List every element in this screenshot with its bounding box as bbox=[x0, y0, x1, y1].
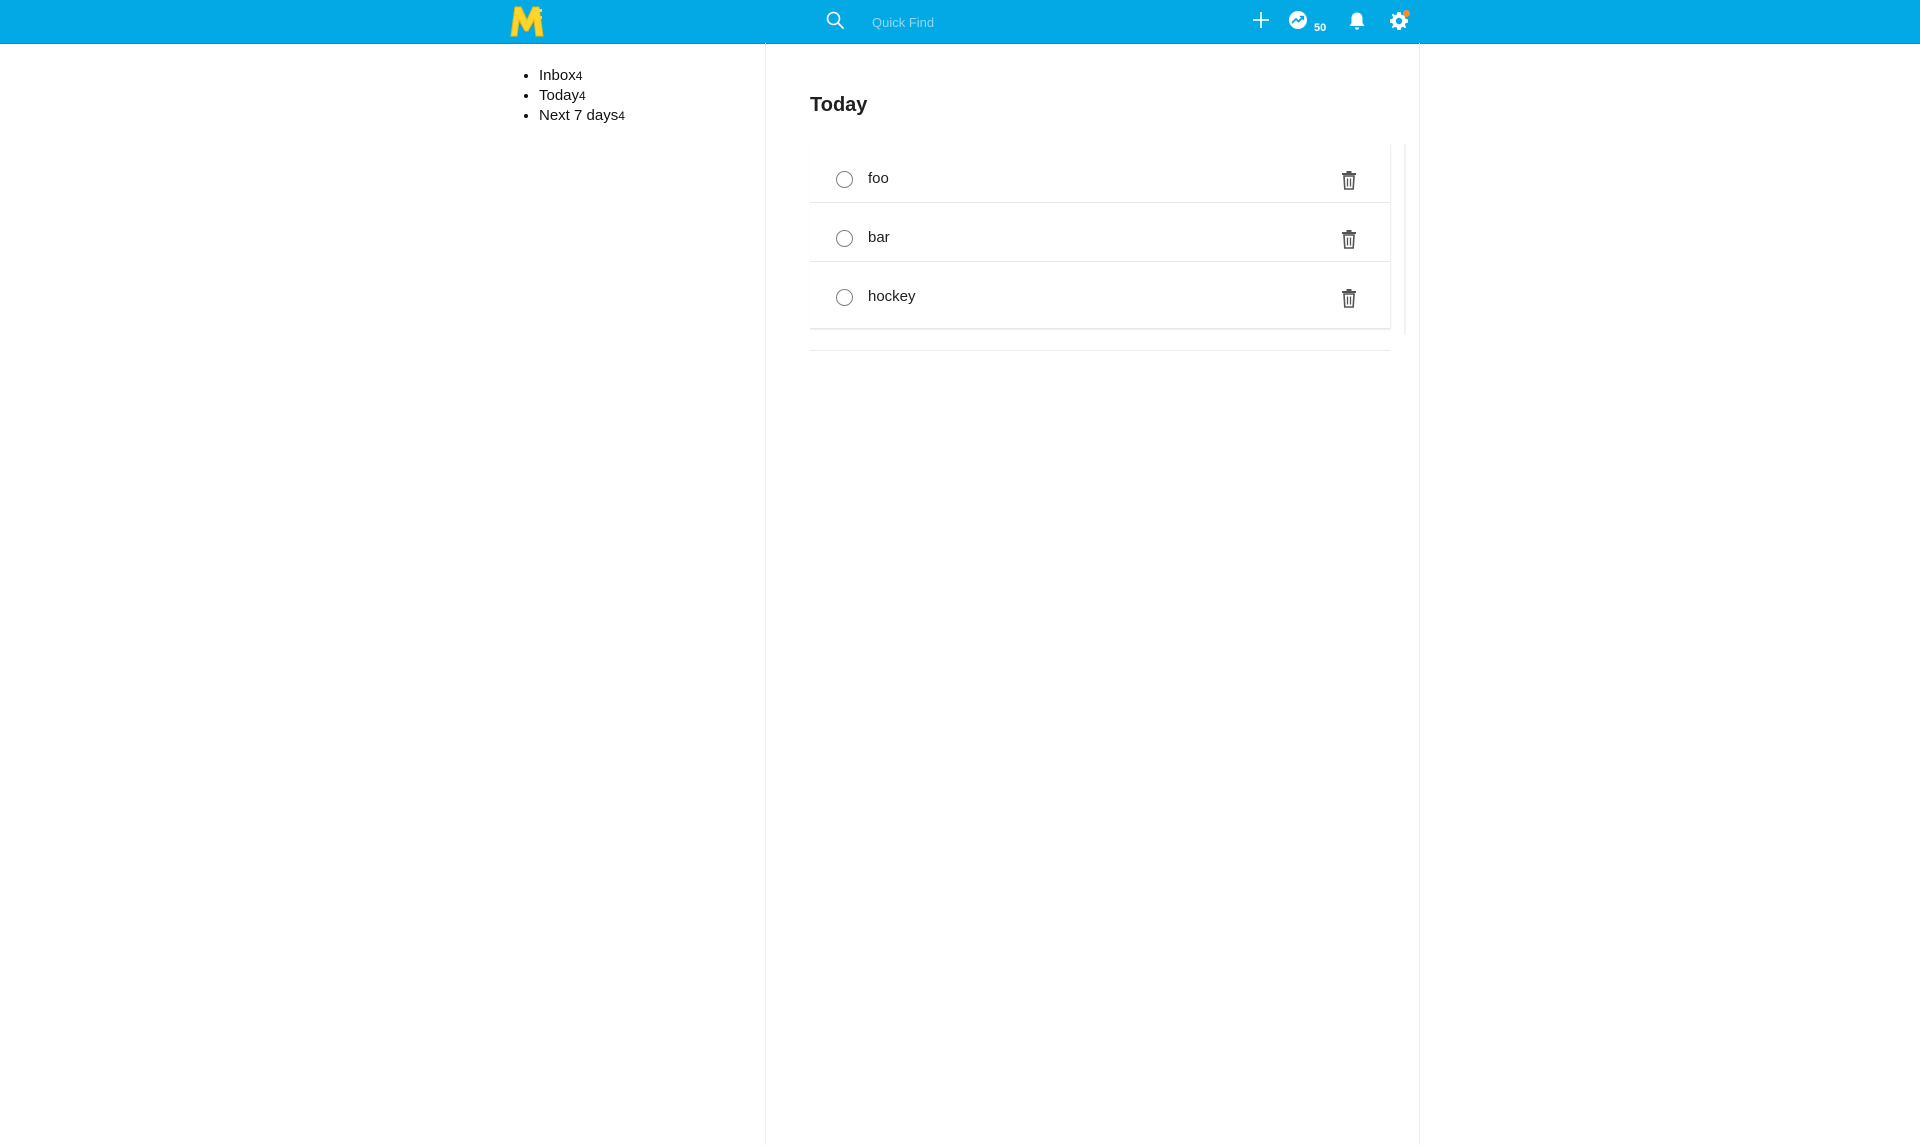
sidebar-item-label: Today bbox=[539, 87, 580, 104]
notification-dot bbox=[1403, 10, 1410, 17]
trash-icon[interactable] bbox=[1340, 170, 1358, 190]
content-divider-left bbox=[765, 43, 766, 1145]
karma-icon[interactable] bbox=[1287, 9, 1309, 31]
sidebar-item-inbox[interactable]: Inbox4 bbox=[539, 66, 748, 86]
task-checkbox[interactable] bbox=[836, 289, 853, 306]
search-input[interactable] bbox=[870, 8, 1234, 36]
karma-count[interactable]: 50 bbox=[1314, 22, 1326, 34]
logo-icon[interactable] bbox=[508, 3, 546, 39]
task-list: foo bar hockey bbox=[810, 144, 1391, 329]
search-icon[interactable] bbox=[825, 10, 845, 30]
sidebar: Inbox4 Today4 Next 7 days4 bbox=[508, 66, 748, 126]
sidebar-item-count: 4 bbox=[575, 69, 583, 83]
page-title: Today bbox=[810, 94, 868, 116]
task-text[interactable]: foo bbox=[868, 170, 889, 187]
content-divider-right bbox=[1419, 43, 1420, 1145]
top-bar: 50 bbox=[0, 0, 1920, 44]
task-checkbox[interactable] bbox=[836, 230, 853, 247]
task-row: hockey bbox=[810, 262, 1390, 329]
sidebar-list: Inbox4 Today4 Next 7 days4 bbox=[508, 66, 748, 126]
task-text[interactable]: hockey bbox=[868, 288, 916, 305]
sidebar-item-count: 4 bbox=[618, 109, 625, 123]
task-row: bar bbox=[810, 203, 1390, 262]
sidebar-item-label: Inbox bbox=[539, 67, 576, 84]
trash-icon[interactable] bbox=[1340, 288, 1358, 308]
trash-icon[interactable] bbox=[1340, 229, 1358, 249]
sidebar-item-count: 4 bbox=[579, 89, 586, 103]
add-icon[interactable] bbox=[1250, 9, 1272, 31]
sidebar-item-today[interactable]: Today4 bbox=[539, 86, 748, 106]
task-list-edge bbox=[1404, 144, 1406, 335]
sidebar-item-label: Next 7 days bbox=[539, 107, 619, 124]
bell-icon[interactable] bbox=[1346, 10, 1368, 32]
sidebar-item-next-7-days[interactable]: Next 7 days4 bbox=[539, 106, 748, 126]
task-text[interactable]: bar bbox=[868, 229, 890, 246]
task-row: foo bbox=[810, 144, 1390, 203]
task-checkbox[interactable] bbox=[836, 171, 853, 188]
list-bottom-divider bbox=[810, 350, 1390, 351]
